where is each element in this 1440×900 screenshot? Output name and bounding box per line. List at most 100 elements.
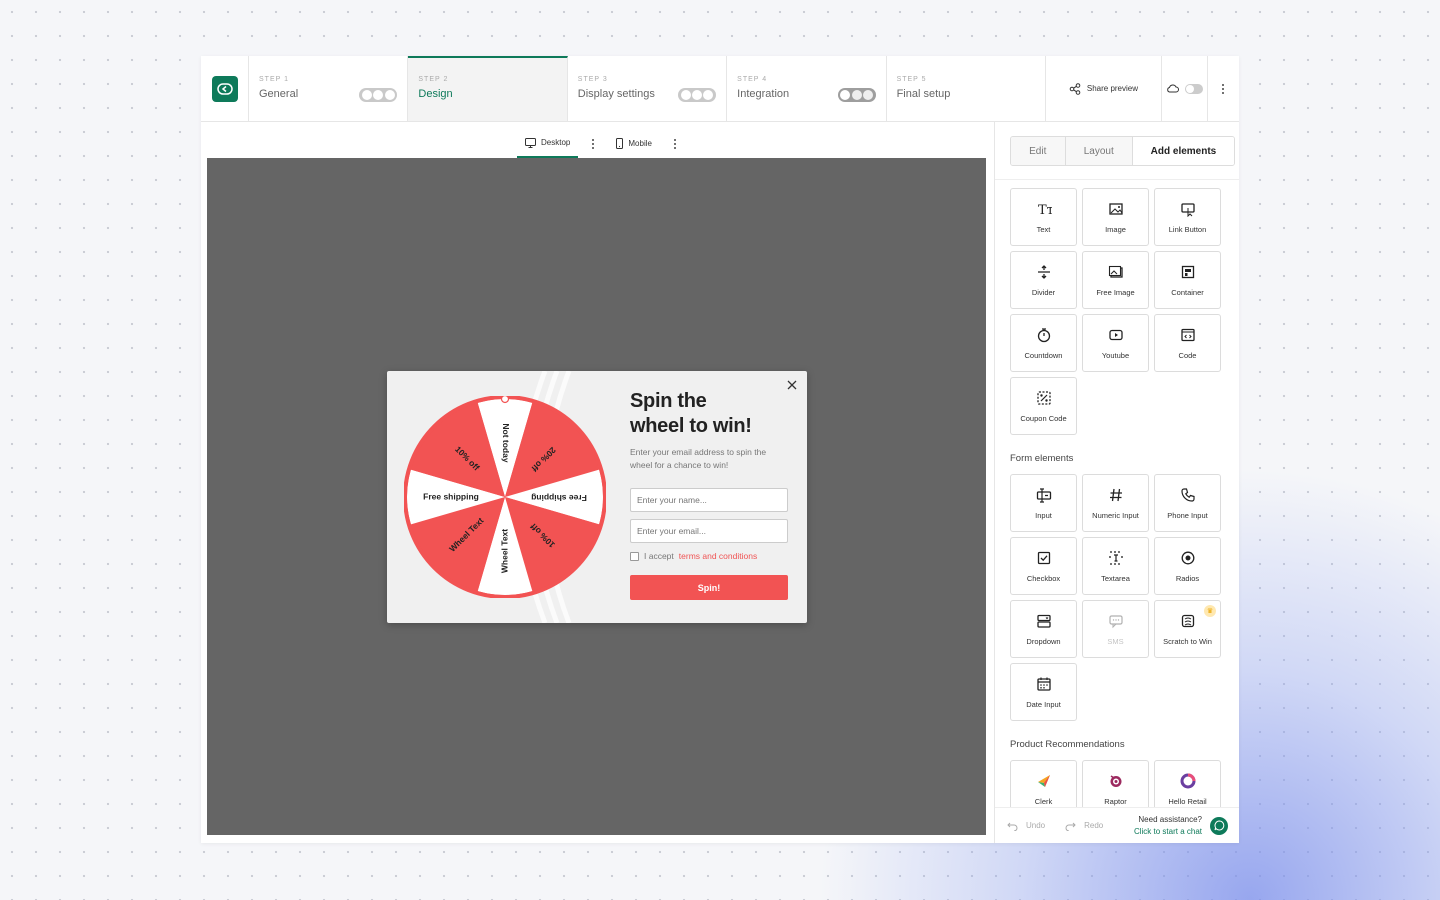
undo-button[interactable]: Undo	[1026, 821, 1045, 830]
redo-icon[interactable]	[1065, 821, 1076, 831]
element-text[interactable]: Tт Text	[1010, 188, 1077, 246]
element-label: Image	[1105, 224, 1126, 234]
help-text: Need assistance? Click to start a chat	[1134, 814, 1202, 838]
divider-icon	[1037, 264, 1050, 279]
name-input[interactable]	[630, 488, 788, 512]
autosave-toggle[interactable]	[1162, 56, 1208, 121]
step-progress-toggle	[837, 88, 876, 102]
element-label: Dropdown	[1026, 636, 1061, 646]
clerk-icon	[1037, 774, 1050, 787]
panel-footer: Undo Redo Need assistance? Click to star…	[995, 807, 1239, 843]
free-image-icon	[1108, 265, 1123, 278]
element-divider[interactable]: Divider	[1010, 251, 1077, 309]
tab-layout[interactable]: Layout	[1065, 137, 1133, 165]
element-radios[interactable]: Radios	[1154, 537, 1221, 595]
element-phone-input[interactable]: Phone Input	[1154, 474, 1221, 532]
input-icon	[1036, 487, 1051, 503]
spin-wheel-popup[interactable]: Not today 20% off Free shipping 10% off Whee…	[387, 371, 807, 623]
element-container[interactable]: Container	[1154, 251, 1221, 309]
share-preview-label: Share preview	[1086, 84, 1139, 93]
preview-area: Desktop Mobile Not today 20% off Free sh…	[206, 129, 987, 835]
tab-add-elements[interactable]: Add elements	[1132, 137, 1234, 165]
popup-title-line1: Spin the	[630, 390, 707, 412]
step-display-settings[interactable]: STEP 3 Display settings	[568, 56, 728, 121]
hash-icon	[1109, 488, 1122, 501]
step-kicker: STEP 1	[259, 76, 289, 83]
element-numeric-input[interactable]: Numeric Input	[1082, 474, 1149, 532]
step-progress-toggle	[678, 88, 717, 102]
desktop-options-icon[interactable]	[592, 138, 595, 149]
element-sms: SMS	[1082, 600, 1149, 658]
step-general[interactable]: STEP 1 General	[249, 56, 409, 121]
element-coupon-code[interactable]: Coupon Code	[1010, 377, 1077, 435]
element-label: Container	[1171, 287, 1204, 297]
raptor-icon	[1110, 774, 1121, 787]
canvas-stage[interactable]: Not today 20% off Free shipping 10% off Whee…	[207, 158, 986, 835]
step-label: Final setup	[896, 88, 951, 100]
terms-row: I accept terms and conditions	[630, 551, 790, 561]
prize-wheel[interactable]: Not today 20% offFree shipping10% offWhee…	[404, 396, 606, 598]
element-free-image[interactable]: Free Image	[1082, 251, 1149, 309]
step-final-setup[interactable]: STEP 5 Final setup	[887, 56, 1046, 121]
element-input[interactable]: Input	[1010, 474, 1077, 532]
element-countdown[interactable]: Countdown	[1010, 314, 1077, 372]
element-label: Textarea	[1101, 573, 1130, 583]
share-icon	[1069, 82, 1081, 95]
help-question: Need assistance?	[1138, 814, 1202, 824]
editor-app: STEP 1 General STEP 2 Design STEP 3 Disp…	[201, 56, 1239, 843]
element-code[interactable]: Code	[1154, 314, 1221, 372]
chat-button[interactable]	[1210, 816, 1228, 835]
phone-icon	[1180, 487, 1195, 502]
step-kicker: STEP 3	[577, 76, 608, 83]
email-input[interactable]	[630, 519, 788, 543]
countdown-icon	[1037, 327, 1050, 342]
redo-button[interactable]: Redo	[1084, 821, 1103, 830]
element-dropdown[interactable]: Dropdown	[1010, 600, 1077, 658]
tab-edit[interactable]: Edit	[1011, 137, 1066, 165]
coupon-icon	[1036, 390, 1051, 405]
tab-desktop[interactable]: Desktop	[517, 129, 579, 158]
dropdown-icon	[1036, 614, 1051, 628]
element-checkbox[interactable]: Checkbox	[1010, 537, 1077, 595]
basic-elements-grid: Tт Text Image Link Button Divider Free Image C…	[1010, 188, 1221, 435]
crown-icon: ♛	[1204, 605, 1216, 617]
terms-link[interactable]: terms and conditions	[679, 551, 757, 561]
element-scratch-to-win[interactable]: Scratch to Win ♛	[1154, 600, 1221, 658]
wheel-segment-label: Free shipping	[423, 491, 479, 501]
checkbox-icon	[1037, 551, 1050, 564]
autosave-switch[interactable]	[1184, 83, 1203, 94]
element-textarea[interactable]: Textarea	[1082, 537, 1149, 595]
element-label: Input	[1035, 510, 1052, 520]
desktop-label: Desktop	[541, 138, 571, 147]
step-progress-toggle	[359, 88, 398, 102]
form-elements-grid: Input Numeric Input Phone Input Checkbox Tex…	[1010, 474, 1221, 721]
popup-subtitle: Enter your email address to spin the whe…	[630, 447, 767, 470]
mobile-label: Mobile	[628, 139, 652, 148]
more-menu-button[interactable]	[1208, 56, 1239, 121]
undo-icon[interactable]	[1007, 821, 1018, 831]
element-label: Link Button	[1168, 224, 1207, 234]
help-chat-link[interactable]: Click to start a chat	[1134, 826, 1202, 838]
share-preview-button[interactable]: Share preview	[1046, 56, 1162, 121]
popup-title: Spin the wheel to win!	[630, 389, 790, 439]
step-integration[interactable]: STEP 4 Integration	[727, 56, 887, 121]
tab-mobile[interactable]: Mobile	[608, 129, 660, 158]
logo-cell[interactable]	[201, 56, 249, 121]
mobile-options-icon[interactable]	[673, 138, 676, 149]
youtube-icon	[1108, 329, 1123, 340]
element-label: Date Input	[1026, 699, 1061, 709]
step-label: Design	[418, 88, 453, 100]
element-youtube[interactable]: Youtube	[1082, 314, 1149, 372]
element-image[interactable]: Image	[1082, 188, 1149, 246]
element-date-input[interactable]: Date Input	[1010, 663, 1077, 721]
element-label: Phone Input	[1167, 510, 1208, 520]
terms-checkbox[interactable]	[630, 551, 639, 561]
spin-button[interactable]: Spin!	[630, 575, 788, 600]
element-link-button[interactable]: Link Button	[1154, 188, 1221, 246]
element-label: Countdown	[1024, 350, 1063, 360]
step-design[interactable]: STEP 2 Design	[408, 56, 568, 121]
element-label: Clerk	[1034, 796, 1053, 806]
panel-divider	[995, 179, 1239, 180]
link-button-icon	[1180, 202, 1195, 217]
radio-icon	[1181, 551, 1194, 564]
